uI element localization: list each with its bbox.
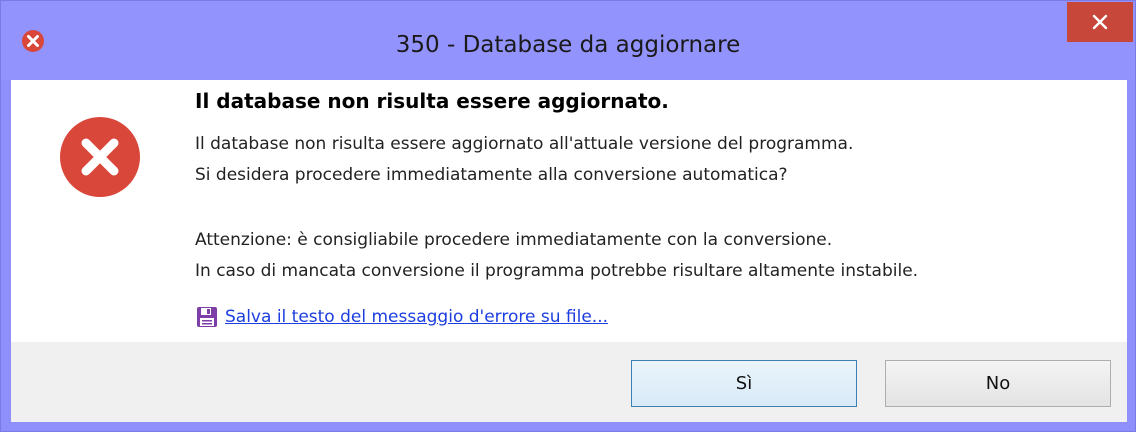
window-title: 350 - Database da aggiornare bbox=[395, 32, 741, 58]
close-icon bbox=[1092, 14, 1108, 30]
button-bar: Sì No bbox=[11, 342, 1127, 422]
save-error-link[interactable]: Salva il testo del messaggio d'errore su… bbox=[195, 304, 608, 330]
message-heading: Il database non risulta essere aggiornat… bbox=[195, 89, 669, 113]
error-icon bbox=[60, 117, 140, 197]
dialog-window: 350 - Database da aggiornare Il database… bbox=[0, 0, 1136, 432]
yes-button[interactable]: Sì bbox=[631, 360, 857, 407]
floppy-disk-icon bbox=[197, 307, 217, 327]
message-line-3: Attenzione: è consigliabile procedere im… bbox=[195, 230, 833, 250]
close-button[interactable] bbox=[1067, 2, 1133, 42]
title-bar[interactable]: 350 - Database da aggiornare bbox=[1, 1, 1135, 80]
save-error-link-label[interactable]: Salva il testo del messaggio d'errore su… bbox=[225, 307, 608, 327]
message-area: Il database non risulta essere aggiornat… bbox=[11, 80, 1127, 342]
no-button[interactable]: No bbox=[885, 360, 1111, 407]
message-line-1: Il database non risulta essere aggiornat… bbox=[195, 134, 854, 154]
message-line-2: Si desidera procedere immediatamente all… bbox=[195, 165, 788, 185]
dialog-body: Il database non risulta essere aggiornat… bbox=[11, 80, 1127, 422]
message-line-4: In caso di mancata conversione il progra… bbox=[195, 261, 919, 281]
